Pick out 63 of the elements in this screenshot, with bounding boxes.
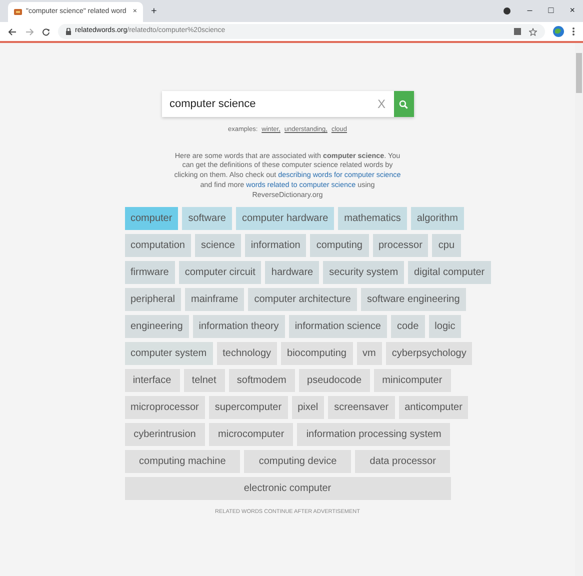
word-tag[interactable]: software — [182, 207, 232, 230]
word-tag[interactable]: digital computer — [408, 261, 491, 284]
word-tag[interactable]: logic — [428, 315, 462, 338]
word-tag[interactable]: data processor — [355, 450, 450, 474]
menu-icon[interactable] — [572, 27, 575, 36]
word-tag[interactable]: technology — [216, 342, 278, 366]
word-tag[interactable]: information theory — [192, 315, 285, 338]
word-tag[interactable]: mathematics — [338, 207, 407, 230]
word-tag[interactable]: minicomputer — [374, 369, 451, 392]
search-button[interactable] — [394, 91, 414, 117]
word-tag[interactable]: hardware — [265, 261, 320, 284]
word-tag[interactable]: cyberintrusion — [124, 423, 205, 446]
word-tag[interactable]: information science — [288, 315, 387, 338]
window-button[interactable]: – — [527, 4, 532, 18]
lock-icon — [66, 28, 71, 35]
word-tag[interactable]: algorithm — [410, 207, 464, 230]
back-icon[interactable] — [8, 28, 17, 36]
profile-icon[interactable] — [553, 26, 564, 37]
word-tag[interactable]: information processing system — [297, 423, 450, 446]
word-tag[interactable]: biocomputing — [281, 342, 352, 366]
word-tag[interactable]: anticomputer — [398, 396, 468, 420]
word-tag[interactable]: science — [194, 234, 241, 258]
word-tag[interactable]: computing — [310, 234, 368, 258]
word-tag[interactable]: electronic computer — [124, 477, 450, 500]
search-icon — [399, 100, 408, 108]
clear-button[interactable]: X — [377, 95, 386, 113]
word-tag[interactable]: pseudocode — [298, 369, 370, 392]
new-tab-button[interactable]: + — [151, 4, 157, 19]
window-button[interactable]: × — [570, 4, 575, 18]
window-button[interactable]: □ — [548, 4, 554, 18]
word-tag[interactable]: supercomputer — [208, 396, 288, 420]
search-field[interactable]: computer science X — [162, 91, 414, 117]
word-tag[interactable]: computer architecture — [248, 288, 357, 312]
word-tag[interactable]: microcomputer — [208, 423, 294, 446]
word-tag[interactable]: computer system — [124, 342, 213, 366]
site-icon — [14, 8, 22, 16]
word-tag[interactable]: information — [244, 234, 306, 258]
word-tag[interactable]: microprocessor — [124, 396, 205, 420]
word-tag[interactable]: screensaver — [328, 396, 395, 420]
word-tag[interactable]: security system — [323, 261, 404, 284]
word-tag[interactable]: computer circuit — [178, 261, 262, 284]
word-tag[interactable]: computer — [124, 207, 178, 230]
word-tag[interactable]: cpu — [432, 234, 461, 258]
word-tag[interactable]: cyberpsychology — [386, 342, 472, 366]
word-tag[interactable]: pixel — [292, 396, 324, 420]
star-icon[interactable] — [529, 28, 537, 36]
word-tag[interactable]: telnet — [184, 369, 225, 392]
word-tag[interactable]: mainframe — [184, 288, 244, 312]
word-tag[interactable]: computing device — [244, 450, 352, 474]
reload-icon[interactable] — [42, 28, 50, 36]
word-tag[interactable]: software engineering — [360, 288, 466, 312]
word-tag[interactable]: softmodem — [228, 369, 295, 392]
word-tag[interactable]: computing machine — [124, 450, 240, 474]
account-icon[interactable] — [503, 6, 512, 15]
word-tag[interactable]: vm — [356, 342, 382, 366]
word-tag[interactable]: firmware — [124, 261, 175, 284]
word-tag[interactable]: processor — [372, 234, 428, 258]
word-tag[interactable]: computer hardware — [236, 207, 334, 230]
word-tag[interactable]: engineering — [124, 315, 189, 338]
word-tag[interactable]: peripheral — [124, 288, 181, 312]
word-tag[interactable]: code — [390, 315, 425, 338]
word-tag[interactable]: interface — [124, 369, 180, 392]
word-tag[interactable]: computation — [124, 234, 191, 258]
